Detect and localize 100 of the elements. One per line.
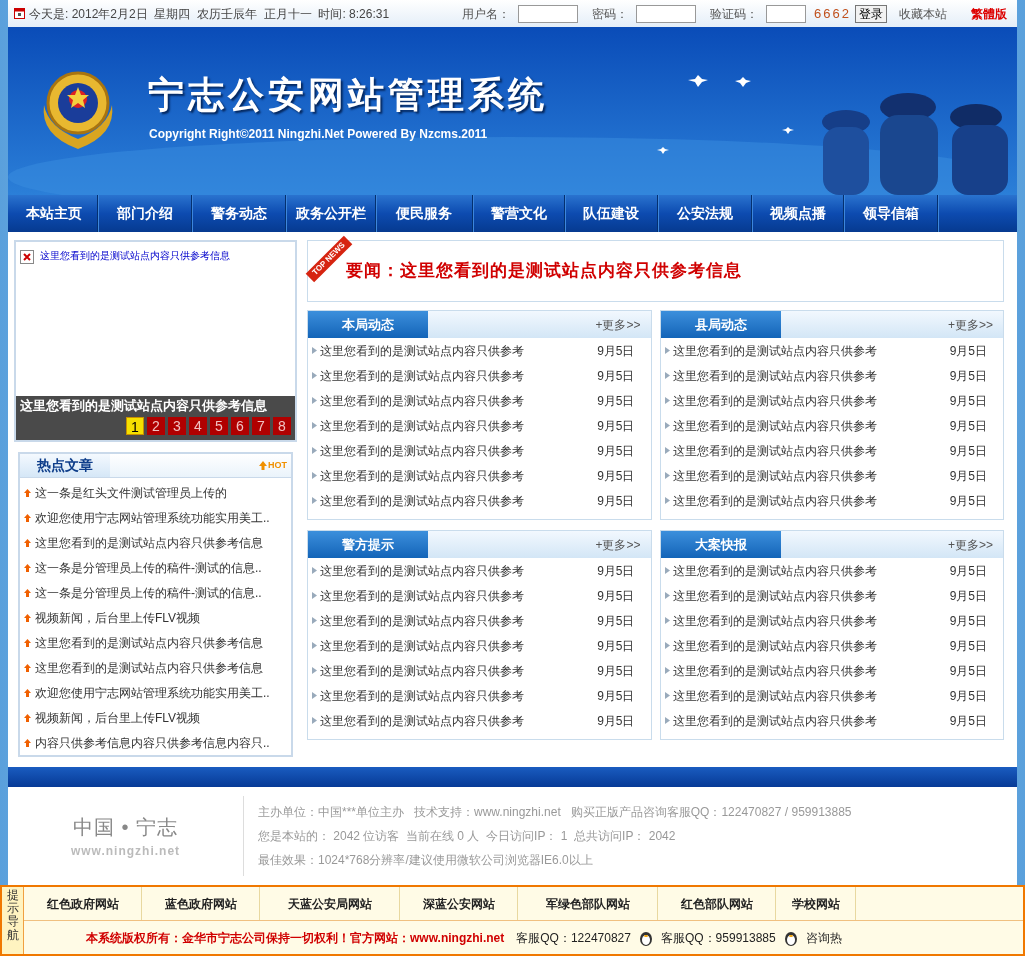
bullet-icon (664, 667, 671, 674)
slide-page-button[interactable]: 3 (168, 417, 186, 435)
article-link[interactable]: 这一条是分管理员上传的稿件-测试的信息.. (35, 583, 262, 602)
bullet-icon (312, 422, 318, 429)
up-arrow-icon (24, 688, 31, 697)
article-link[interactable]: 这里您看到的是测试站点内容只供参考信息 (35, 658, 263, 677)
slide-page-button[interactable]: 4 (189, 417, 207, 435)
news-link[interactable]: 这里您看到的是测试站点内容只供参考 (320, 611, 524, 630)
news-date: 9月5日 (949, 587, 987, 605)
up-arrow-icon (24, 638, 31, 647)
news-date: 9月5日 (597, 392, 635, 410)
site-link[interactable]: 天蓝公安局网站 (260, 887, 400, 920)
captcha-field[interactable] (766, 4, 807, 23)
bullet-icon (312, 447, 318, 454)
news-date: 9月5日 (949, 712, 987, 730)
news-link[interactable]: 这里您看到的是测试站点内容只供参考 (672, 366, 877, 385)
site-link[interactable]: 军绿色部队网站 (518, 887, 658, 920)
slide-page-button[interactable]: 6 (231, 417, 249, 435)
news-date: 9月5日 (949, 367, 987, 385)
bullet-icon (664, 717, 671, 724)
traditional-chinese-link[interactable]: 繁體版 (971, 4, 1007, 23)
more-link[interactable]: +更多>> (947, 315, 993, 334)
news-link[interactable]: 这里您看到的是测试站点内容只供参考 (320, 366, 524, 385)
navigation-label: 提示导航 (2, 887, 24, 954)
news-link[interactable]: 这里您看到的是测试站点内容只供参考 (672, 636, 877, 655)
news-link[interactable]: 这里您看到的是测试站点内容只供参考 (320, 586, 524, 605)
bullet-icon (312, 717, 318, 724)
footer-logo-url: www.ningzhi.net (70, 843, 181, 860)
news-date: 9月5日 (949, 392, 987, 410)
slide-page-button[interactable]: 7 (252, 417, 270, 435)
up-arrow-icon (24, 488, 31, 497)
news-date: 9月5日 (949, 562, 987, 580)
password-field[interactable] (636, 4, 697, 23)
news-link[interactable]: 这里您看到的是测试站点内容只供参考 (320, 711, 524, 730)
article-link[interactable]: 这一条是红头文件测试管理员上传的 (35, 483, 227, 502)
bullet-icon (312, 617, 318, 624)
news-link[interactable]: 这里您看到的是测试站点内容只供参考 (320, 441, 524, 460)
more-link[interactable]: +更多>> (595, 315, 641, 334)
news-link[interactable]: 这里您看到的是测试站点内容只供参考 (320, 561, 524, 580)
footer-text: 最佳效果：1024*768分辨率/建议使用微软公司浏览器IE6.0以上 (258, 852, 594, 869)
news-link[interactable]: 这里您看到的是测试站点内容只供参考 (320, 686, 524, 705)
news-date: 9月5日 (597, 587, 635, 605)
up-arrow-icon (259, 461, 267, 470)
site-link[interactable]: 红色部队网站 (658, 887, 776, 920)
news-link[interactable]: 这里您看到的是测试站点内容只供参考 (320, 491, 524, 510)
bullet-icon (664, 447, 671, 454)
news-link[interactable]: 这里您看到的是测试站点内容只供参考 (320, 636, 524, 655)
news-link[interactable]: 这里您看到的是测试站点内容只供参考 (320, 661, 524, 680)
news-link[interactable]: 这里您看到的是测试站点内容只供参考 (320, 341, 524, 360)
up-arrow-icon (24, 513, 31, 522)
news-link[interactable]: 这里您看到的是测试站点内容只供参考 (320, 466, 524, 485)
article-link[interactable]: 这里您看到的是测试站点内容只供参考信息 (35, 533, 263, 552)
news-link[interactable]: 这里您看到的是测试站点内容只供参考 (672, 711, 877, 730)
article-link[interactable]: 视频新闻，后台里上传FLV视频 (35, 608, 201, 627)
site-link[interactable]: 深蓝公安网站 (400, 887, 518, 920)
news-date: 9月5日 (597, 442, 635, 460)
slide-page-button[interactable]: 1 (126, 417, 144, 435)
news-link[interactable]: 这里您看到的是测试站点内容只供参考 (320, 391, 524, 410)
login-button[interactable]: 登录 (855, 4, 887, 23)
news-date: 9月5日 (949, 442, 987, 460)
more-link[interactable]: +更多>> (595, 535, 641, 554)
bookmark-link[interactable]: 收藏本站 (899, 4, 947, 23)
article-link[interactable]: 欢迎您使用宁志网站管理系统功能实用美工.. (35, 683, 270, 702)
slide-page-button[interactable]: 5 (210, 417, 228, 435)
more-link[interactable]: +更多>> (947, 535, 993, 554)
copyright-text: Copyright Right©2011 Ningzhi.Net Powered By Nzcms.2011 (149, 126, 488, 143)
bullet-icon (664, 372, 671, 379)
news-link[interactable]: 这里您看到的是测试站点内容只供参考 (672, 661, 877, 680)
news-date: 9月5日 (597, 492, 635, 510)
article-link[interactable]: 这里您看到的是测试站点内容只供参考信息 (35, 633, 263, 652)
article-link[interactable]: 这一条是分管理员上传的稿件-测试的信息.. (35, 558, 262, 577)
site-link[interactable]: 蓝色政府网站 (142, 887, 260, 920)
bullet-icon (312, 497, 318, 504)
news-link[interactable]: 这里您看到的是测试站点内容只供参考 (672, 441, 877, 460)
username-field[interactable] (518, 4, 579, 23)
news-link[interactable]: 这里您看到的是测试站点内容只供参考 (672, 686, 877, 705)
news-link[interactable]: 这里您看到的是测试站点内容只供参考 (672, 416, 877, 435)
news-link[interactable]: 这里您看到的是测试站点内容只供参考 (672, 391, 877, 410)
slide-page-button[interactable]: 8 (273, 417, 291, 435)
up-arrow-icon (24, 738, 31, 747)
news-link[interactable]: 这里您看到的是测试站点内容只供参考 (672, 491, 877, 510)
bullet-icon (312, 397, 318, 404)
qq-contact: 客服QQ：959913885 (660, 929, 776, 947)
news-link[interactable]: 这里您看到的是测试站点内容只供参考 (320, 416, 524, 435)
article-link[interactable]: 视频新闻，后台里上传FLV视频 (35, 708, 201, 727)
news-link[interactable]: 这里您看到的是测试站点内容只供参考 (672, 561, 877, 580)
broken-image-icon (20, 250, 34, 264)
up-arrow-icon (24, 613, 31, 622)
news-link[interactable]: 这里您看到的是测试站点内容只供参考 (672, 611, 877, 630)
section-title: 热点文章 (20, 454, 110, 477)
slide-page-button[interactable]: 2 (147, 417, 165, 435)
username-label: 用户名： (462, 5, 511, 23)
site-link[interactable]: 学校网站 (776, 887, 856, 920)
news-link[interactable]: 这里您看到的是测试站点内容只供参考 (672, 586, 877, 605)
article-link[interactable]: 内容只供参考信息内容只供参考信息内容只.. (35, 733, 270, 752)
news-date: 9月5日 (597, 612, 635, 630)
site-link[interactable]: 红色政府网站 (24, 887, 142, 920)
news-link[interactable]: 这里您看到的是测试站点内容只供参考 (672, 341, 877, 360)
article-link[interactable]: 欢迎您使用宁志网站管理系统功能实用美工.. (35, 508, 270, 527)
news-link[interactable]: 这里您看到的是测试站点内容只供参考 (672, 466, 877, 485)
